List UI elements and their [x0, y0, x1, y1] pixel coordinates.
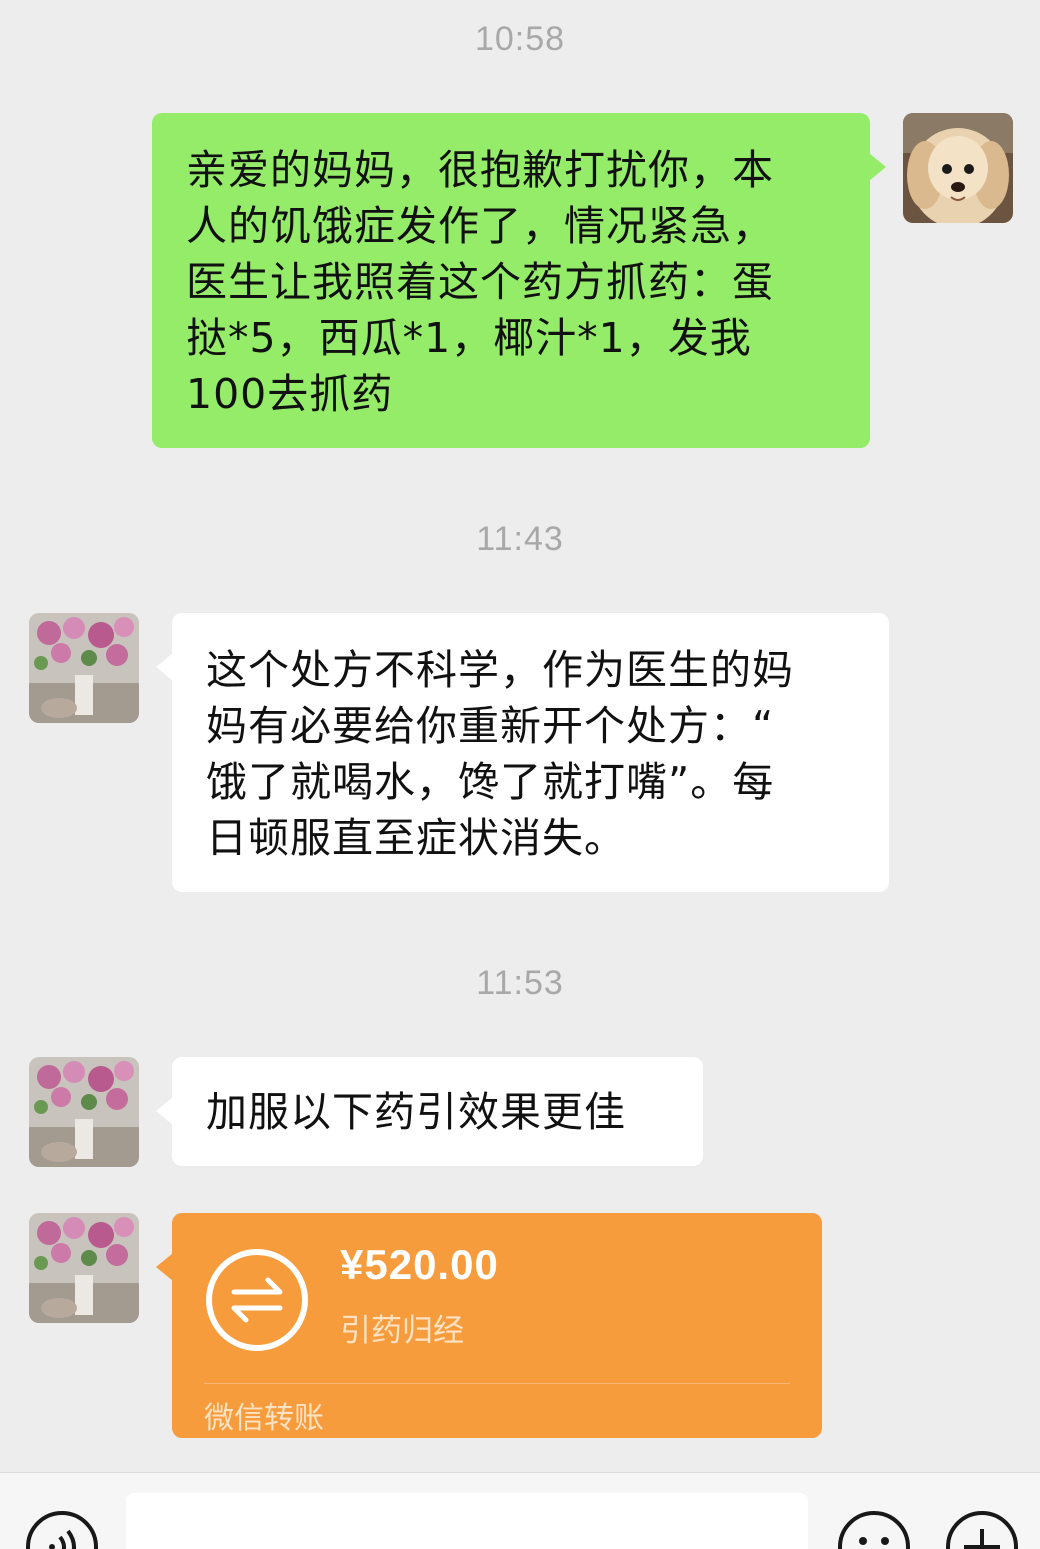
message-input[interactable]: [126, 1493, 808, 1549]
chat-area[interactable]: 10:58 亲爱的妈妈，很抱歉打扰你，本 人的饥饿症发作了，情况紧急， 医生让我…: [0, 0, 1040, 1472]
timestamp: 11:53: [476, 964, 564, 1002]
input-bar: [0, 1472, 1040, 1549]
transfer-note: 引药归经: [340, 1313, 464, 1349]
message-line: 亲爱的妈妈，很抱歉打扰你，本: [186, 146, 774, 194]
voice-icon[interactable]: [24, 1509, 100, 1549]
mom-avatar[interactable]: [29, 1057, 139, 1167]
outgoing-message-bubble[interactable]: 亲爱的妈妈，很抱歉打扰你，本 人的饥饿症发作了，情况紧急， 医生让我照着这个药方…: [152, 113, 886, 448]
message-line: 100去抓药: [186, 370, 394, 418]
message-line: 挞*5，西瓜*1，椰汁*1，发我: [186, 314, 752, 362]
flower-avatar-icon: [29, 1057, 139, 1167]
bubble-tail: [156, 1097, 173, 1125]
transfer-arrows-icon: [206, 1249, 308, 1351]
flower-avatar-icon: [29, 1213, 139, 1323]
message-line: 这个处方不科学，作为医生的妈: [206, 646, 794, 694]
incoming-message-bubble[interactable]: 这个处方不科学，作为医生的妈 妈有必要给你重新开个处方：“ 饿了就喝水，馋了就打…: [156, 613, 889, 892]
transfer-amount: ¥520.00: [340, 1241, 499, 1288]
incoming-message-bubble[interactable]: 加服以下药引效果更佳: [156, 1057, 703, 1166]
dog-avatar-icon: [903, 113, 1013, 223]
message-text: 加服以下药引效果更佳: [206, 1088, 626, 1136]
self-avatar[interactable]: [903, 113, 1013, 223]
message-line: 妈有必要给你重新开个处方：“: [206, 702, 775, 750]
message-line: 人的饥饿症发作了，情况紧急，: [186, 202, 774, 250]
transfer-card[interactable]: ¥520.00 引药归经 微信转账: [156, 1213, 822, 1438]
timestamp: 11:43: [476, 520, 564, 558]
emoji-icon[interactable]: [836, 1509, 912, 1549]
plus-icon[interactable]: [944, 1509, 1020, 1549]
bubble-tail: [156, 653, 173, 681]
timestamp: 10:58: [474, 20, 566, 58]
message-line: 饿了就喝水，馋了就打嘴”。每: [206, 758, 775, 806]
mom-avatar[interactable]: [29, 613, 139, 723]
mom-avatar[interactable]: [29, 1213, 139, 1323]
flower-avatar-icon: [29, 613, 139, 723]
bubble-tail: [869, 153, 886, 181]
message-line: 医生让我照着这个药方抓药：蛋: [186, 258, 774, 306]
bubble-tail: [156, 1253, 173, 1281]
transfer-label: 微信转账: [204, 1401, 324, 1436]
message-line: 日顿服直至症状消失。: [206, 814, 626, 862]
divider: [204, 1383, 790, 1384]
